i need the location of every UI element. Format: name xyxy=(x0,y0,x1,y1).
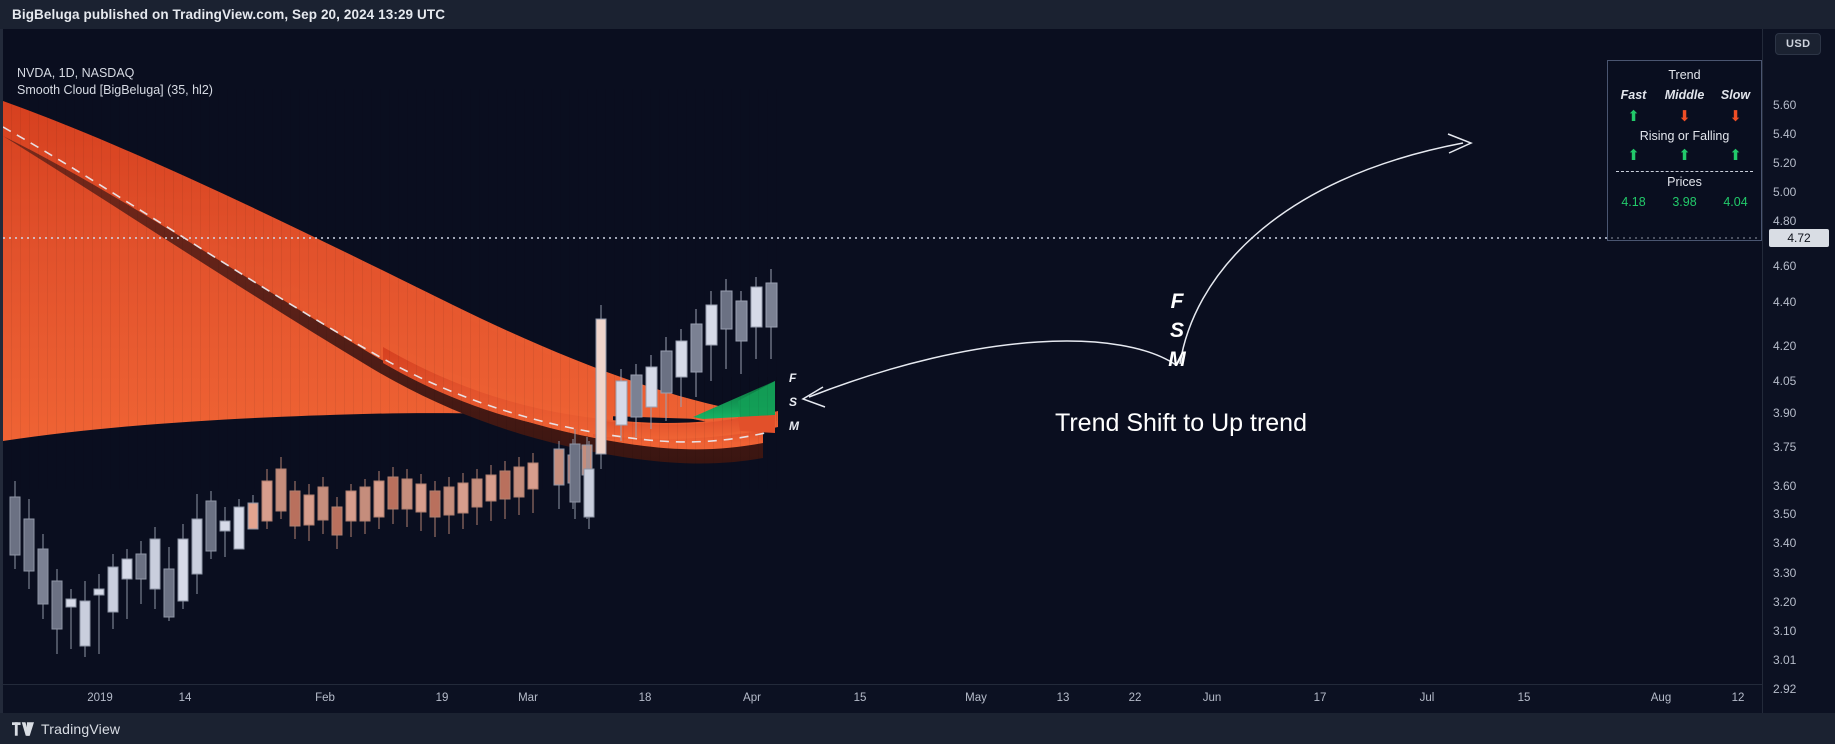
panel-divider xyxy=(1616,171,1753,172)
time-axis-tick: Aug xyxy=(1650,692,1672,704)
cloud-upper-band xyxy=(3,101,749,429)
trend-col-slow: Slow xyxy=(1720,88,1751,102)
price-axis-tick: 3.01 xyxy=(1773,653,1797,667)
price-axis-tick: 4.40 xyxy=(1773,295,1797,309)
time-axis-tick: 15 xyxy=(1517,692,1531,704)
smooth-cloud xyxy=(3,89,778,489)
last-price-tag: 4.72 xyxy=(1769,229,1829,247)
time-axis-tick: 17 xyxy=(1313,692,1327,704)
plot-region[interactable] xyxy=(3,29,1762,684)
trend-shift-annotation: Trend Shift to Up trend xyxy=(1055,409,1307,437)
price-axis-tick: 3.90 xyxy=(1773,406,1797,420)
price-axis-tick: 3.60 xyxy=(1773,479,1797,493)
rising-arrow-row: ⬆ ⬆ ⬆ xyxy=(1608,147,1761,165)
trend-panel-title: Trend xyxy=(1668,68,1701,82)
price-axis-tick: 4.80 xyxy=(1773,214,1797,228)
fsm-big-labels: F S M xyxy=(1164,287,1190,374)
arrow-to-panel xyxy=(1179,142,1464,365)
time-axis-tick: 15 xyxy=(853,692,867,704)
price-axis-tick: 3.10 xyxy=(1773,624,1797,638)
time-axis-tick: 14 xyxy=(178,692,192,704)
trend-column-headers: Fast Middle Slow xyxy=(1608,86,1761,104)
publisher-bar: BigBeluga published on TradingView.com, … xyxy=(0,0,1835,29)
smooth-cloud-bearish xyxy=(3,103,763,441)
annotation-arrows xyxy=(801,133,1473,408)
fsm-big-f: F xyxy=(1170,290,1184,313)
price-axis-tick: 3.75 xyxy=(1773,440,1797,454)
time-axis-tick: 19 xyxy=(435,692,449,704)
price-axis-tick: 4.20 xyxy=(1773,339,1797,353)
price-axis-tick: 3.50 xyxy=(1773,507,1797,521)
cloud-bear-fill xyxy=(3,101,763,434)
price-axis-tick: 4.60 xyxy=(1773,259,1797,273)
price-middle: 3.98 xyxy=(1672,195,1697,209)
price-axis[interactable]: USD 4.72 5.60 5.40 5.20 5.00 4.80 4.60 4.40 4.2… xyxy=(1762,29,1835,713)
time-axis-tick: 12 xyxy=(1731,692,1745,704)
price-axis-tick: 5.00 xyxy=(1773,185,1797,199)
currency-badge[interactable]: USD xyxy=(1775,33,1822,55)
fsm-small-s: S xyxy=(789,395,798,409)
time-axis-tick: Mar xyxy=(518,692,538,704)
time-axis-tick: May xyxy=(965,692,987,704)
candlestick-series xyxy=(9,269,778,657)
tradingview-wordmark: TradingView xyxy=(41,720,121,737)
prices-row: 4.18 3.98 4.04 xyxy=(1608,193,1761,211)
trend-arrow-slow-down-icon: ⬇ xyxy=(1729,108,1742,125)
time-axis-tick: 2019 xyxy=(87,692,113,704)
price-axis-tick: 3.40 xyxy=(1773,536,1797,550)
price-axis-tick: 5.20 xyxy=(1773,156,1797,170)
time-axis-tick: 22 xyxy=(1128,692,1142,704)
cloud-midline xyxy=(3,126,766,443)
time-axis-tick: 18 xyxy=(638,692,652,704)
rising-arrow-fast-up-icon: ⬆ xyxy=(1627,147,1640,164)
price-axis-tick: 2.92 xyxy=(1773,682,1797,696)
fsm-small-m: M xyxy=(789,419,799,433)
fsm-big-m: M xyxy=(1168,348,1186,371)
time-axis-tick: 13 xyxy=(1056,692,1070,704)
price-axis-tick: 3.30 xyxy=(1773,566,1797,580)
rising-arrow-slow-up-icon: ⬆ xyxy=(1729,147,1742,164)
publisher-text: BigBeluga published on TradingView.com, … xyxy=(12,7,446,22)
trend-col-fast: Fast xyxy=(1620,88,1647,102)
tradingview-logo[interactable]: TradingView xyxy=(0,721,120,737)
fsm-small-f: F xyxy=(789,371,797,385)
time-axis[interactable]: 2019 14 Feb 19 Mar 18 Apr 15 May 13 22 Jun 17 Jul 15 Au… xyxy=(3,684,1762,713)
rising-arrow-middle-up-icon: ⬆ xyxy=(1678,147,1691,164)
cloud-bands xyxy=(3,103,763,421)
time-axis-tick: Feb xyxy=(315,692,335,704)
time-axis-tick: Apr xyxy=(743,692,761,704)
chart-graphics xyxy=(3,89,1762,657)
time-axis-tick: Jun xyxy=(1202,692,1222,704)
fsm-small-labels: F S M xyxy=(789,366,807,438)
price-axis-tick: 5.60 xyxy=(1773,98,1797,112)
chart-canvas[interactable]: NVDA, 1D, NASDAQ Smooth Cloud [BigBeluga… xyxy=(0,29,1762,713)
arrow-to-fsm xyxy=(808,340,1177,398)
tradingview-mark-icon xyxy=(12,721,34,736)
price-fast: 4.18 xyxy=(1621,195,1646,209)
trend-arrow-middle-down-icon: ⬇ xyxy=(1678,108,1691,125)
trend-arrow-row: ⬆ ⬇ ⬇ xyxy=(1608,108,1761,126)
price-axis-tick: 4.05 xyxy=(1773,374,1797,388)
price-axis-tick: 3.20 xyxy=(1773,595,1797,609)
price-axis-tick: 5.40 xyxy=(1773,127,1797,141)
prices-title: Prices xyxy=(1667,175,1702,189)
price-slow: 4.04 xyxy=(1723,195,1748,209)
trend-arrow-fast-up-icon: ⬆ xyxy=(1627,108,1640,125)
time-axis-tick: Jul xyxy=(1419,692,1435,704)
rising-falling-title: Rising or Falling xyxy=(1639,129,1730,143)
trend-col-middle: Middle xyxy=(1664,88,1705,102)
bullish-cloud-wedge xyxy=(693,381,775,419)
trend-status-panel: Trend Fast Middle Slow ⬆ ⬇ ⬇ Rising or F… xyxy=(1607,60,1762,241)
footer-bar: TradingView xyxy=(0,713,1835,744)
fsm-big-s: S xyxy=(1169,319,1184,342)
